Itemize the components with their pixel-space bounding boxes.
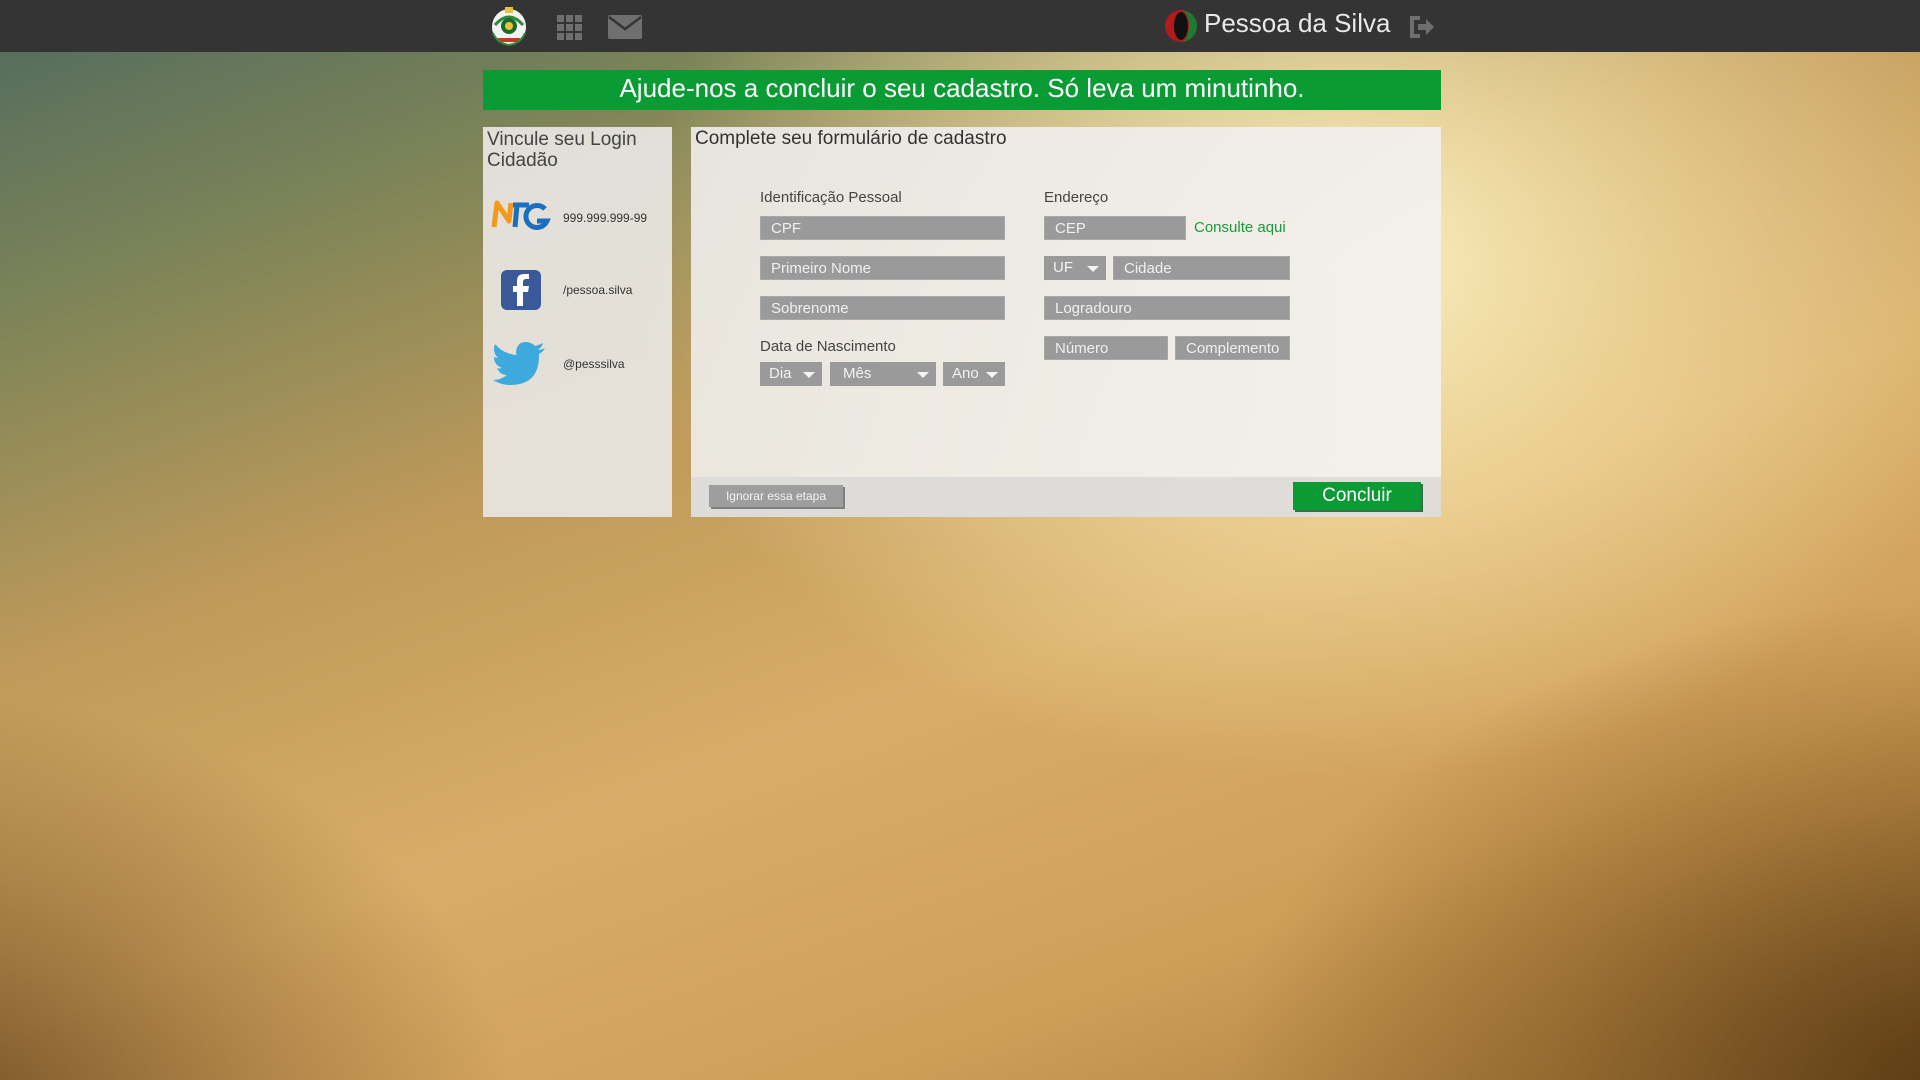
first-name-field[interactable]: [760, 256, 1005, 280]
birth-month-value: Mês: [843, 365, 872, 382]
state-coat-of-arms-logo[interactable]: [487, 3, 531, 49]
complement-field[interactable]: [1175, 336, 1290, 360]
skip-step-button[interactable]: Ignorar essa etapa: [709, 485, 843, 507]
birth-year-select[interactable]: Ano: [943, 362, 1005, 386]
cep-lookup-link[interactable]: Consulte aqui: [1194, 219, 1286, 236]
twitter-bird-icon: [493, 342, 545, 385]
chevron-down-icon: [1087, 266, 1099, 272]
city-field[interactable]: [1113, 256, 1290, 280]
user-name[interactable]: Pessoa da Silva: [1204, 8, 1390, 39]
address-section-label: Endereço: [1044, 189, 1109, 206]
mail-icon[interactable]: [608, 15, 642, 39]
chevron-down-icon: [917, 372, 929, 378]
submit-button[interactable]: Concluir: [1293, 482, 1421, 510]
facebook-icon: [501, 270, 541, 310]
top-navigation-bar: Pessoa da Silva: [0, 0, 1920, 52]
facebook-account-row[interactable]: /pessoa.silva: [483, 270, 672, 320]
birth-date-section-label: Data de Nascimento: [760, 338, 896, 355]
number-field[interactable]: [1044, 336, 1168, 360]
form-footer: Ignorar essa etapa Concluir: [691, 477, 1441, 517]
nfg-logo-icon: [491, 200, 551, 230]
logout-icon[interactable]: [1408, 14, 1435, 40]
login-link-panel: Vincule seu Login Cidadão 999.999.999-99…: [483, 127, 672, 517]
facebook-account-label: /pessoa.silva: [563, 283, 633, 297]
uf-value: UF: [1053, 259, 1073, 276]
chevron-down-icon: [803, 372, 815, 378]
twitter-account-label: @pesssilva: [563, 357, 625, 371]
nfg-account-label: 999.999.999-99: [563, 211, 648, 225]
uf-select[interactable]: UF: [1044, 256, 1106, 280]
birth-day-select[interactable]: Dia: [760, 362, 822, 386]
registration-form-panel: Complete seu formulário de cadastro Iden…: [691, 127, 1441, 517]
last-name-field[interactable]: [760, 296, 1005, 320]
completion-banner: Ajude-nos a concluir o seu cadastro. Só …: [483, 70, 1441, 110]
birth-month-select[interactable]: Mês: [830, 362, 936, 386]
birth-day-value: Dia: [769, 365, 792, 382]
birth-year-value: Ano: [952, 365, 979, 382]
cpf-field[interactable]: [760, 216, 1005, 240]
chevron-down-icon: [986, 372, 998, 378]
twitter-account-row[interactable]: @pesssilva: [483, 342, 672, 392]
personal-section-label: Identificação Pessoal: [760, 189, 902, 206]
login-link-title: Vincule seu Login Cidadão: [487, 129, 637, 171]
user-avatar[interactable]: [1165, 10, 1197, 42]
apps-grid-icon[interactable]: [557, 15, 582, 40]
nfg-account-row[interactable]: 999.999.999-99: [483, 195, 672, 245]
form-title: Complete seu formulário de cadastro: [695, 128, 1007, 149]
street-field[interactable]: [1044, 296, 1290, 320]
cep-field[interactable]: [1044, 216, 1186, 240]
